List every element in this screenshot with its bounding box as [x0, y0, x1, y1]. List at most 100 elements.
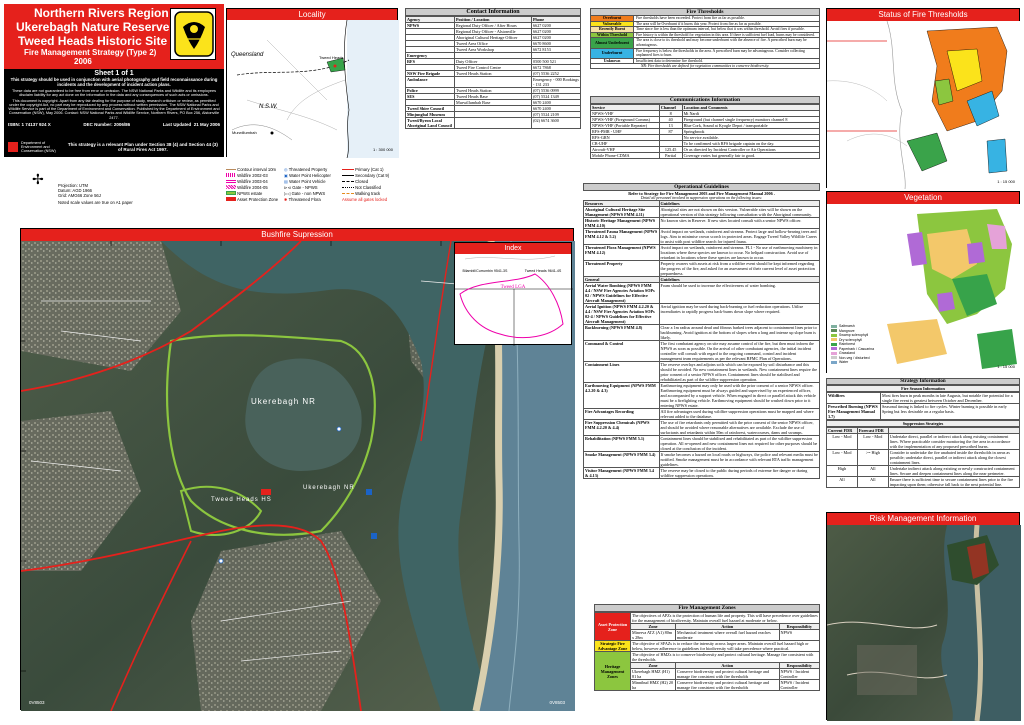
hmz-row-1-action: Conserve biodiversity and protect cultur… — [675, 668, 780, 680]
veg-legend-label: Non-veg / disturbed — [839, 355, 870, 360]
main-map-label-tweed-heads-hs: Tweed Heads HS — [211, 497, 272, 503]
apz-row-zone: Minerva ATZ (A1) 80m x 28m — [630, 629, 676, 641]
supp-col-forecast: Forecast FDR — [856, 427, 889, 434]
ops-row: Historic Heritage Management (NPWS FMM 4… — [583, 217, 820, 229]
status-map-heading: Status of Fire Thresholds — [827, 9, 1019, 21]
zones-table: Asset Protection Zone The objectives of … — [594, 612, 820, 691]
gate-non-npws-icon: ▷◁ — [284, 191, 291, 196]
status-thresholds-map[interactable]: Status of Fire Thresholds 1 : 15 000 — [826, 8, 1021, 190]
supp-strategy: Undertake indirect attack along existing… — [887, 465, 1020, 477]
last-updated: 21 May 2006 — [193, 122, 220, 128]
ops-resource-name: Containment Lines — [583, 361, 660, 383]
risk-management-map[interactable]: Risk Management Information — [826, 512, 1021, 722]
supp-current: All — [826, 476, 858, 488]
supp-strategy: Ensure there is sufficient time to secur… — [887, 476, 1020, 488]
ops-resource-name: Aerial Ignition (NPWS FMM 4.2.20 & 4.4 /… — [583, 303, 660, 325]
isbn: ISBN: 1 74137 924 X — [8, 122, 51, 128]
veg-legend-swatch — [831, 356, 837, 360]
vegetation-map[interactable]: Vegetation Saltmarsh Mangrove Swamp sclero… — [826, 191, 1021, 374]
main-map-heading: Bushfire Supression — [21, 229, 573, 241]
comms-location: Coverage varies but generally fair to go… — [681, 152, 821, 159]
contact-position — [454, 76, 532, 88]
ops-heading: Operational Guidelines — [583, 183, 820, 191]
water-helicopter-icon: ▣ — [284, 173, 288, 178]
supp-row: Low - Mod >= High Consider to undertake th… — [826, 449, 1020, 466]
gate-npws-icon: ⊳⊲ — [284, 185, 292, 190]
main-map-label-ukerebagh-2: Ukerebagh NR — [303, 485, 355, 491]
ops-resource-text: Earthmoving equipment may only be used w… — [658, 382, 820, 409]
communications-information: Communications Information Service Chann… — [590, 96, 821, 178]
contact-table: Agency Position / Location Phone NPWS Reg… — [405, 16, 581, 129]
hmz-row-1-resp: NPWS / Incident Controller — [778, 668, 820, 680]
main-map-label-ukerebagh-1: Ukerebagh NR — [251, 397, 316, 406]
contact-agency: Tweed/Byron Local Aboriginal Land Counci… — [405, 117, 455, 129]
ops-resource-name: Threatened Flora Management (NPWS FMM 4.… — [583, 244, 660, 261]
locality-map[interactable]: Locality Queensland N.S.W. Tweed Heads M… — [226, 8, 399, 159]
veg-legend: Saltmarsh Mangrove Swamp sclerophyll Dry sc… — [831, 324, 874, 365]
legend-apz: Asset Protection Zone — [226, 197, 284, 203]
veg-legend-swatch — [831, 329, 837, 333]
fire-thresholds: Fire Thresholds Overburnt Fire thresholds… — [590, 8, 820, 94]
saz-zone-label: Strategic Fire Advantage Zone — [594, 640, 631, 652]
apz-row-action: Mechanical treatment where overall fuel … — [675, 629, 780, 641]
veg-legend-swatch — [831, 342, 837, 346]
ops-row: Fire Advantages Recording All fire advant… — [583, 408, 820, 420]
locality-label-qld: Queensland — [231, 52, 264, 58]
threshold-label: Almost Underburnt — [591, 38, 633, 48]
supp-heading: Suppression Strategies — [826, 420, 1020, 427]
risk-map-heading: Risk Management Information — [827, 513, 1019, 525]
bushfire-suppression-map[interactable]: Bushfire Supression Ukerebagh NR Ukereba… — [20, 228, 575, 712]
ops-resource-text: Foam should be used to increase the effe… — [658, 282, 820, 304]
ops-resource-name: Historic Heritage Management (NPWS FMM 4… — [583, 217, 660, 229]
veg-legend-label: Saltmarsh — [839, 324, 855, 328]
npws-estate-swatch — [226, 191, 236, 195]
supp-row: Low - Mod Low - Mod Undertake direct, para… — [826, 433, 1020, 450]
usage-note: This strategy should be used in conjunct… — [10, 77, 218, 87]
veg-legend-label: Paperbark / Casuarina — [839, 346, 875, 351]
comms-service: Mobile Phone-CDMA — [590, 152, 660, 159]
ops-resource-text: Property owners with assets at risk from… — [658, 260, 820, 277]
veg-map-scale: 1 : 15 000 — [997, 364, 1015, 369]
contact-agency: Ambulance — [405, 76, 455, 88]
comms-channel: Partial — [658, 152, 683, 159]
wildfire-text: Most fires burn in peak months in late A… — [880, 392, 1020, 404]
ops-resource-name: Aerial Water Bombing (NPWS FMM 4.4 / NSW… — [583, 282, 660, 304]
contact-row: Tweed/Byron Local Aboriginal Land Counci… — [405, 117, 581, 129]
index-map[interactable]: Index Bilambil/Currumbin 9541-3S Tweed H… — [454, 242, 573, 346]
water-vehicle-icon: ▤ — [284, 179, 288, 184]
threshold-label: Within Threshold — [591, 32, 633, 38]
status-map-scale: 1 : 15 000 — [997, 179, 1015, 184]
ops-resource-text: Avoid impact on wetlands, rainforest and… — [658, 228, 820, 245]
sheet-label: Sheet 1 of 1 — [94, 70, 134, 77]
contact-information: Contact Information Agency Position / Lo… — [405, 8, 581, 156]
ops-row: Aerial Water Bombing (NPWS FMM 4.4 / NSW… — [583, 282, 820, 304]
road-secondary-swatch — [342, 175, 354, 177]
contact-row: Ambulance Emergency - 000 Bookings - 131 … — [405, 76, 581, 88]
grid: Grid: AMG66 Zone 56J — [58, 193, 101, 198]
threshold-row: Underburnt Fire frequency is below the th… — [590, 48, 820, 59]
veg-legend-swatch — [831, 333, 837, 337]
hmz-row-2-action: Conserve biodiversity and protect cultur… — [675, 679, 780, 691]
contact-phone: (02) 6674 3600 — [531, 117, 581, 129]
supp-forecast: >= High — [856, 449, 889, 466]
ops-row: Rehabilitation (NPWS FMM 5.1) Containment… — [583, 435, 820, 452]
veg-legend-swatch — [831, 360, 837, 364]
main-map-badge-left: 0V8503 — [29, 700, 45, 705]
apz-row-resp: NPWS — [778, 629, 820, 641]
contact-phone: Emergency - 000 Bookings - 131 233 — [531, 76, 581, 88]
legend-threatened-flora: ✱ Threatened Flora — [284, 197, 321, 202]
threshold-text: Fire history is within the threshold for… — [633, 32, 819, 38]
ops-row: Smoke Management (NPWS FMM 3.4) If smoke … — [583, 451, 820, 468]
ops-row: Threatened Flora Management (NPWS FMM 4.… — [583, 244, 820, 261]
dept-logo-icon — [8, 142, 18, 152]
supp-forecast: All — [856, 476, 889, 488]
thresholds-heading: Fire Thresholds — [590, 8, 820, 16]
veg-legend-label: Swamp sclerophyll — [839, 333, 869, 337]
ops-row: Backburning (NPWS FMM 4.8) Clear a 1m rad… — [583, 324, 820, 341]
npws-logo — [170, 8, 216, 60]
veg-legend-label: Dry sclerophyll — [839, 337, 862, 342]
veg-map-heading: Vegetation — [827, 192, 1019, 204]
ops-resource-text: No known sites in Reserve. If new sites … — [658, 217, 820, 229]
ops-row: Containment Lines The reserve overlays an… — [583, 361, 820, 383]
threshold-label: Overburnt — [591, 15, 633, 21]
